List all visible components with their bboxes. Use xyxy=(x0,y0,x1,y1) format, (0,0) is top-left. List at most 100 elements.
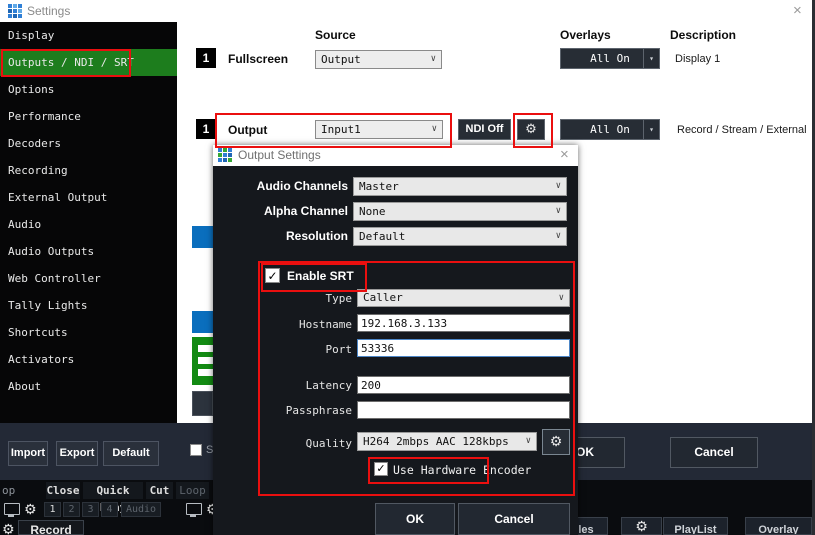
dialog-cancel-button[interactable]: Cancel xyxy=(458,503,570,535)
screen: Settings × Display Outputs / NDI / SRT O… xyxy=(0,0,815,535)
use-hardware-encoder-checkbox[interactable]: ✓ xyxy=(374,462,388,476)
gear-icon: ⚙ xyxy=(550,433,563,449)
chevron-down-icon: ∨ xyxy=(431,51,436,68)
overlay-button[interactable]: Overlay xyxy=(745,517,812,535)
output-overlays-button[interactable]: All On ▾ xyxy=(560,119,660,140)
sidebar-item-about[interactable]: About xyxy=(0,373,177,400)
chevron-down-icon: ∨ xyxy=(556,178,561,195)
show-checkbox[interactable] xyxy=(190,444,202,456)
sidebar-item-web-controller[interactable]: Web Controller xyxy=(0,265,177,292)
srt-type-label: Type xyxy=(273,292,352,305)
srt-port-input[interactable] xyxy=(357,339,570,357)
record-button[interactable]: Record xyxy=(18,520,84,535)
sidebar-item-options[interactable]: Options xyxy=(0,76,177,103)
vmix-logo-icon xyxy=(218,148,232,162)
settings-titlebar: Settings × xyxy=(0,0,812,22)
settings-cancel-button[interactable]: Cancel xyxy=(670,437,758,468)
chevron-down-icon: ∨ xyxy=(526,433,531,450)
audio-tab-button[interactable]: Audio xyxy=(121,502,161,517)
sidebar-item-tally-lights[interactable]: Tally Lights xyxy=(0,292,177,319)
srt-quality-select[interactable]: H264 2mbps AAC 128kbps ∨ xyxy=(357,432,537,451)
monitor-icon[interactable] xyxy=(186,503,202,515)
output-source-select[interactable]: Input1 ∨ xyxy=(315,120,443,139)
sidebar-item-audio[interactable]: Audio xyxy=(0,211,177,238)
export-button[interactable]: Export xyxy=(56,441,98,466)
sidebar-item-display[interactable]: Display xyxy=(0,22,177,49)
srt-latency-input[interactable] xyxy=(357,376,570,394)
cut-button[interactable]: Cut xyxy=(146,482,173,499)
close-transition-button[interactable]: Close xyxy=(46,482,80,499)
sidebar-item-activators[interactable]: Activators xyxy=(0,346,177,373)
dialog-title: Output Settings xyxy=(238,148,321,162)
chevron-down-icon: ∨ xyxy=(559,290,564,306)
output-settings-gear-button[interactable]: ⚙ xyxy=(517,119,545,140)
sidebar-item-decoders[interactable]: Decoders xyxy=(0,130,177,157)
output-description: Record / Stream / External xyxy=(677,124,807,136)
close-icon[interactable]: × xyxy=(793,3,802,18)
output-source-value: Input1 xyxy=(321,123,361,136)
gear-icon: ⚙ xyxy=(635,518,648,534)
dropdown-arrow-icon[interactable]: ▾ xyxy=(643,120,659,139)
sidebar-item-recording[interactable]: Recording xyxy=(0,157,177,184)
srt-port-label: Port xyxy=(273,343,352,356)
output-row-label: Output xyxy=(228,123,267,137)
hidden-blue-button-fragment xyxy=(192,226,213,248)
sidebar-item-outputs-ndi-srt[interactable]: Outputs / NDI / SRT xyxy=(0,49,177,76)
playlist-button[interactable]: PlayList xyxy=(663,517,728,535)
loop-fragment-label: op xyxy=(2,484,15,497)
srt-type-select[interactable]: Caller ∨ xyxy=(357,289,570,307)
hidden-blue-button-fragment xyxy=(192,311,213,333)
settings-sidebar: Display Outputs / NDI / SRT Options Perf… xyxy=(0,22,177,423)
enable-srt-checkbox[interactable]: ✓ xyxy=(265,268,280,283)
preview-number-button[interactable]: 3 xyxy=(82,502,99,517)
fullscreen-overlays-value: All On xyxy=(590,52,630,65)
loop-button[interactable]: Loop xyxy=(176,482,209,499)
audio-channels-select[interactable]: Master ∨ xyxy=(353,177,567,196)
close-icon[interactable]: × xyxy=(560,147,569,162)
gear-icon: ⚙ xyxy=(525,121,537,136)
output-settings-dialog: Output Settings × Audio Channels Master … xyxy=(213,145,578,535)
description-header: Description xyxy=(670,28,736,42)
sidebar-item-performance[interactable]: Performance xyxy=(0,103,177,130)
fullscreen-source-select[interactable]: Output ∨ xyxy=(315,50,442,69)
resolution-value: Default xyxy=(359,230,405,243)
preview-number-button[interactable]: 1 xyxy=(44,502,61,517)
srt-type-value: Caller xyxy=(363,291,403,304)
audio-channels-value: Master xyxy=(359,180,399,193)
default-button[interactable]: Default xyxy=(103,441,159,466)
fullscreen-overlays-button[interactable]: All On ▾ xyxy=(560,48,660,69)
srt-hostname-input[interactable] xyxy=(357,314,570,332)
preview-number-button[interactable]: 2 xyxy=(63,502,80,517)
vmix-logo-icon xyxy=(8,4,22,18)
quality-gear-button[interactable]: ⚙ xyxy=(542,429,570,455)
quick-play-button[interactable]: Quick Play xyxy=(83,482,143,499)
hidden-dark-button-fragment xyxy=(192,391,213,416)
sidebar-item-shortcuts[interactable]: Shortcuts xyxy=(0,319,177,346)
monitor-icon[interactable] xyxy=(4,503,20,515)
enable-srt-label: Enable SRT xyxy=(287,269,354,283)
chevron-down-icon: ∨ xyxy=(556,203,561,220)
preview-number-button[interactable]: 4 xyxy=(101,502,118,517)
dialog-titlebar: Output Settings × xyxy=(213,145,578,166)
gear-icon[interactable]: ⚙ xyxy=(24,501,37,517)
dropdown-arrow-icon[interactable]: ▾ xyxy=(643,49,659,68)
gear-icon[interactable]: ⚙ xyxy=(2,521,15,535)
ndi-toggle-button[interactable]: NDI Off xyxy=(458,119,511,140)
resolution-select[interactable]: Default ∨ xyxy=(353,227,567,246)
srt-passphrase-input[interactable] xyxy=(357,401,570,419)
fullscreen-row-number: 1 xyxy=(196,48,216,68)
dialog-ok-button[interactable]: OK xyxy=(375,503,455,535)
use-hardware-encoder-label: Use Hardware Encoder xyxy=(393,463,531,477)
fullscreen-row-label: Fullscreen xyxy=(228,52,288,66)
fullscreen-description: Display 1 xyxy=(675,53,720,65)
settings-gear-button[interactable]: ⚙ xyxy=(621,517,662,535)
srt-hostname-label: Hostname xyxy=(253,318,352,331)
sidebar-item-audio-outputs[interactable]: Audio Outputs xyxy=(0,238,177,265)
alpha-channel-select[interactable]: None ∨ xyxy=(353,202,567,221)
chevron-down-icon: ∨ xyxy=(556,228,561,245)
resolution-label: Resolution xyxy=(213,229,348,243)
chevron-down-icon: ∨ xyxy=(432,121,437,138)
sidebar-item-external-output[interactable]: External Output xyxy=(0,184,177,211)
fullscreen-source-value: Output xyxy=(321,53,361,66)
import-button[interactable]: Import xyxy=(8,441,48,466)
